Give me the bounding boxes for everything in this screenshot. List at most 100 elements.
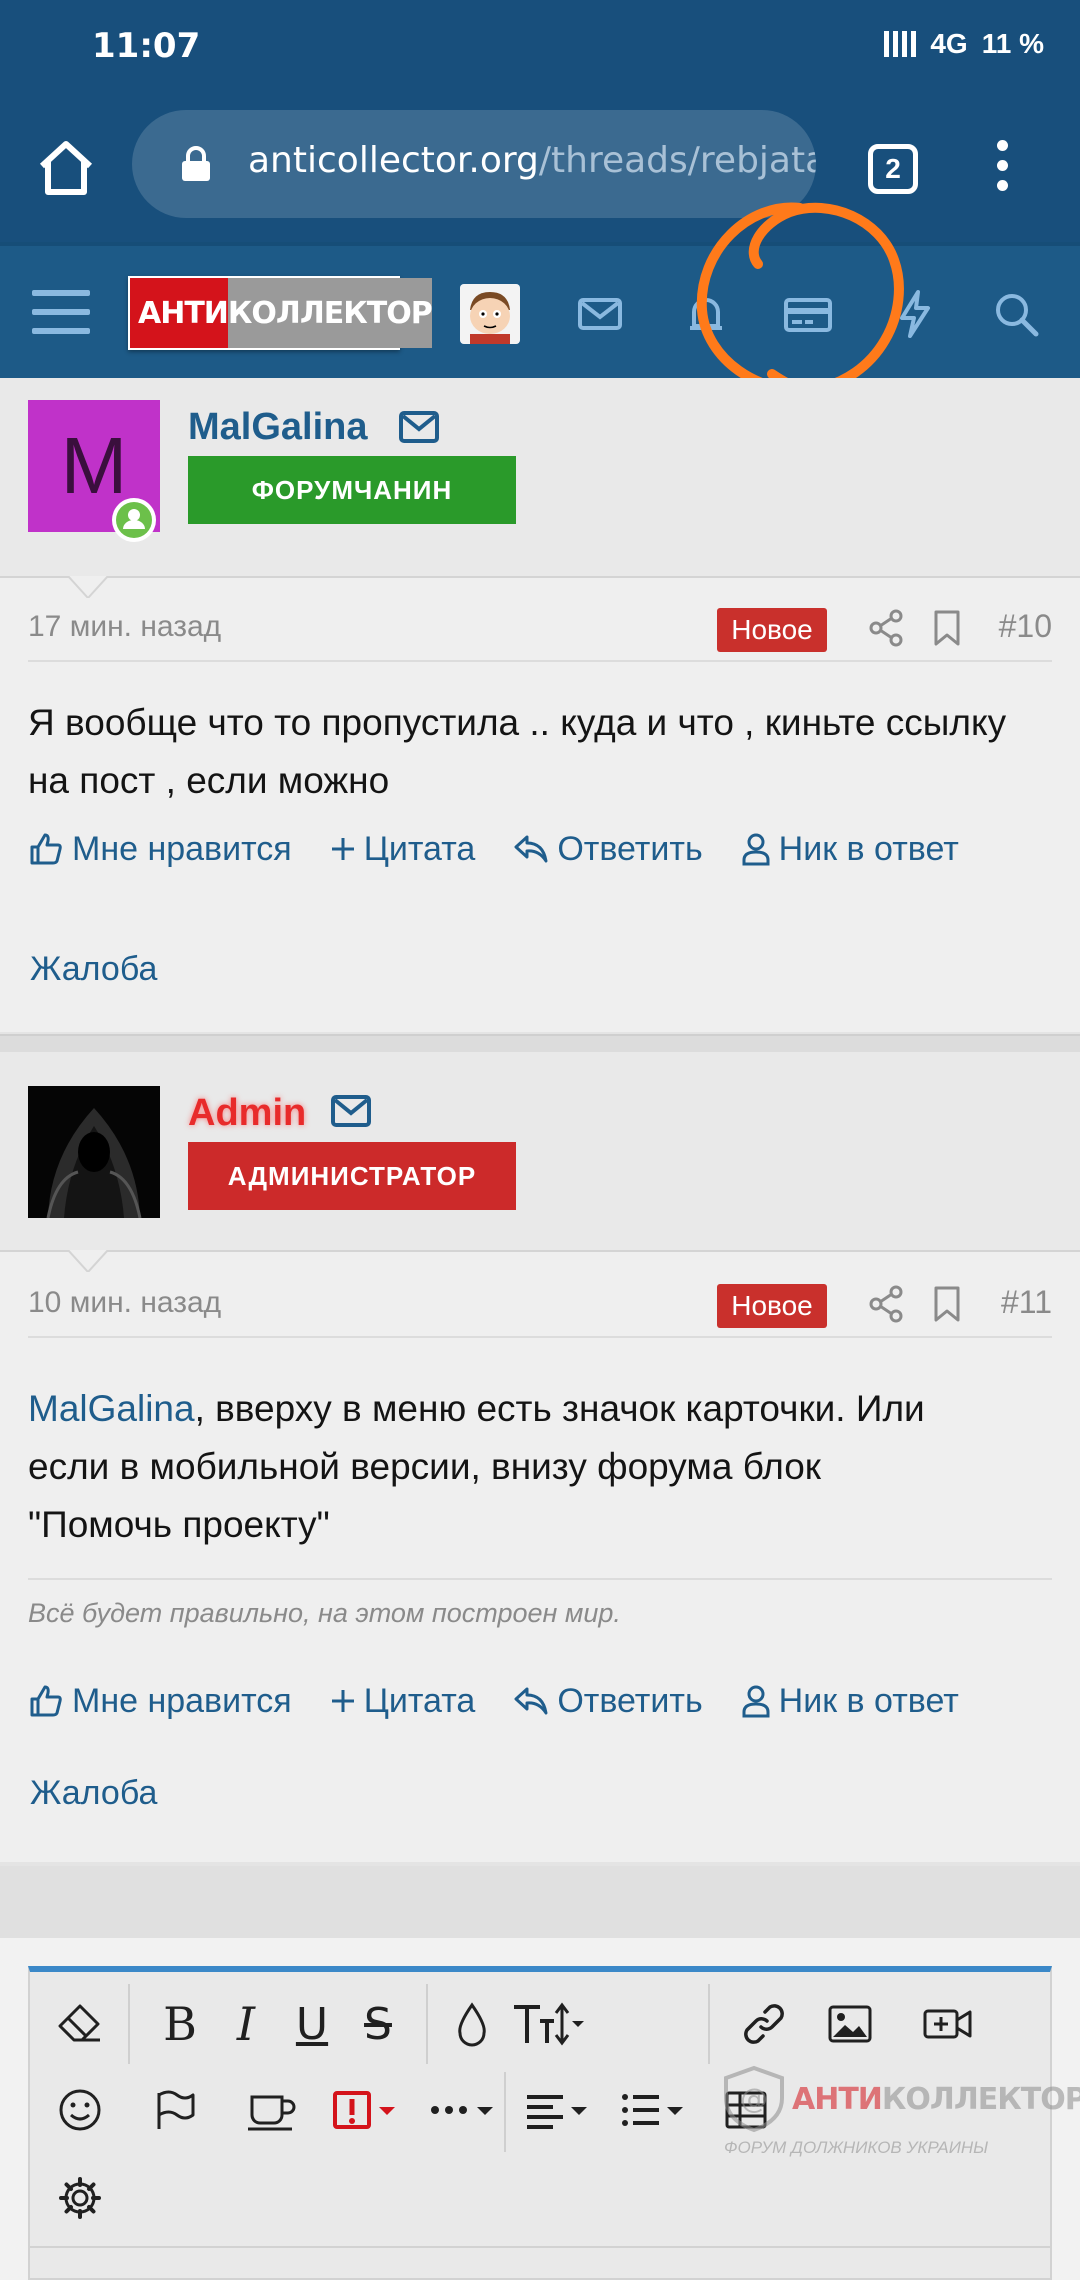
more-icon[interactable] [426,2080,506,2140]
author-avatar[interactable] [28,1086,160,1218]
smiley-icon[interactable] [50,2080,110,2140]
author-name[interactable]: MalGalina [188,406,368,449]
mention-button[interactable]: Ник в ответ [741,1682,959,1721]
user-icon [742,1685,770,1718]
eraser-icon[interactable] [50,1994,110,2054]
post-actions: Мне нравится Цитата Ответить Ник в ответ [28,1676,1052,1726]
align-icon[interactable] [522,2080,602,2140]
post-time[interactable]: 10 мин. назад [28,1286,221,1320]
reply-button[interactable]: Ответить [513,1681,703,1721]
strike-button[interactable]: S [348,1994,408,2054]
post-pointer [68,576,108,598]
watermark-title: АНТИКОЛЛЕКТОР [792,2082,1080,2117]
share-icon[interactable] [866,1284,906,1324]
like-button[interactable]: Мне нравится [28,830,292,869]
signal-icon [884,31,917,57]
text-size-icon[interactable] [508,1994,588,2054]
tab-switcher-button[interactable]: 2 [868,144,918,194]
post-time[interactable]: 17 мин. назад [28,610,221,644]
url-text: anticollector.org/threads/rebjata [248,140,816,181]
bell-icon[interactable] [676,284,736,344]
flag-icon[interactable] [144,2080,204,2140]
post-body-line-1: MalGalina, вверху в меню есть значок кар… [28,1380,1052,1438]
address-bar[interactable]: anticollector.org/threads/rebjata [132,110,816,218]
logo-red-part: АНТИ [130,278,229,348]
report-link[interactable]: Жалоба [30,950,157,989]
browser-menu-icon[interactable] [990,140,1014,200]
reply-icon [514,835,548,863]
toolbar-separator [426,1984,428,2064]
new-badge: Новое [717,608,827,652]
battery-level: 11 % [981,28,1044,59]
cup-icon[interactable] [242,2080,302,2140]
lock-icon [182,146,210,181]
post-number[interactable]: #10 [999,608,1052,645]
image-icon[interactable] [820,1994,880,2054]
video-icon[interactable] [918,1994,978,2054]
user-avatar[interactable] [460,284,520,344]
status-time: 11:07 [92,26,201,66]
like-label: Мне нравится [72,1681,292,1720]
post-meta: 10 мин. назад Новое #11 [28,1272,1052,1338]
bold-button[interactable]: B [150,1994,210,2054]
new-badge: Новое [717,1284,827,1328]
underline-button[interactable]: U [282,1994,342,2054]
link-icon[interactable] [734,1994,794,2054]
mail-icon[interactable] [570,284,630,344]
thumbs-up-icon [30,833,62,865]
plus-icon [331,1690,354,1712]
reply-button[interactable]: Ответить [513,829,703,869]
report-link[interactable]: Жалоба [30,1774,157,1813]
italic-button[interactable]: I [216,1994,276,2054]
post-header: Admin АДМИНИСТРАТОР [0,1052,1080,1272]
alert-icon[interactable] [330,2080,410,2140]
lightning-icon[interactable] [884,284,944,344]
signature-text: Всё будет правильно, на этом построен ми… [28,1598,621,1628]
mention-button[interactable]: Ник в ответ [741,830,959,869]
signature-divider [28,1578,1052,1580]
url-path: /threads/rebjata [538,140,816,181]
toolbar-separator [128,1984,130,2064]
list-icon[interactable] [618,2080,698,2140]
svg-text:@: @ [740,2082,768,2115]
toolbar-separator [504,2072,506,2152]
mention-link[interactable]: MalGalina [28,1388,195,1429]
share-icon[interactable] [866,608,906,648]
card-icon[interactable] [778,284,838,344]
post-actions: Мне нравится Цитата Ответить Ник в ответ [28,824,1052,874]
post-number[interactable]: #11 [1001,1284,1052,1321]
home-icon[interactable] [36,138,96,198]
quote-button[interactable]: Цитата [330,830,475,869]
browser-toolbar: anticollector.org/threads/rebjata 2 [0,96,1080,242]
section-gap [0,1866,1080,1938]
like-label: Мне нравится [72,829,292,868]
message-icon[interactable] [398,410,440,444]
watermark-red: АНТИ [792,2082,883,2117]
bookmark-icon[interactable] [930,608,964,648]
watermark-subtitle: ФОРУМ ДОЛЖНИКОВ УКРАИНЫ [724,2138,989,2157]
color-drop-icon[interactable] [442,1994,502,2054]
author-name[interactable]: Admin [188,1092,306,1135]
watermark-shield-icon: @ [724,2065,784,2133]
gear-icon[interactable] [50,2168,110,2228]
post-10: M MalGalina ФОРУМЧАНИН 17 мин. назад Нов… [0,378,1080,1032]
site-logo[interactable]: АНТИ КОЛЛЕКТОР [128,276,433,350]
reply-icon [514,1687,548,1715]
post-body-line-3: "Помочь проекту" [28,1504,330,1545]
reply-label: Ответить [557,1681,703,1720]
user-role-badge: ФОРУМЧАНИН [188,456,516,524]
site-nav-bar: АНТИ КОЛЛЕКТОР [0,242,1080,378]
reply-label: Ответить [557,829,703,868]
mention-label: Ник в ответ [778,829,959,868]
post-meta: 17 мин. назад Новое #10 [28,596,1052,662]
quote-button[interactable]: Цитата [330,1682,475,1721]
message-icon[interactable] [330,1094,372,1128]
search-icon[interactable] [986,284,1046,344]
status-right: 4G 11 % [884,28,1044,60]
user-icon [742,833,770,866]
toolbar-separator [708,1984,710,2064]
like-button[interactable]: Мне нравится [28,1682,292,1721]
bookmark-icon[interactable] [930,1284,964,1324]
thumbs-up-icon [30,1685,62,1717]
menu-icon[interactable] [32,290,90,347]
